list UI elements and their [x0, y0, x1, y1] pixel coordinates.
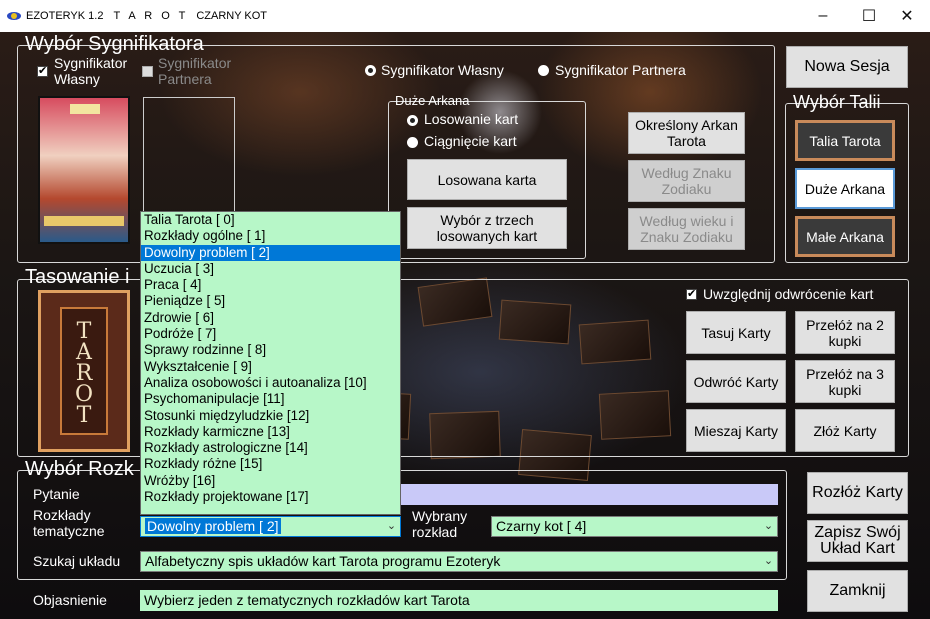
- dropdown-option[interactable]: Rozkłady astrologiczne [14]: [141, 440, 400, 456]
- dropdown-option[interactable]: Zdrowie [ 6]: [141, 310, 400, 326]
- three-cards-button[interactable]: Wybór z trzech losowanych kart: [407, 207, 567, 249]
- dropdown-option[interactable]: Rozkłady projektowane [17]: [141, 489, 400, 505]
- major-arcana-deck-button[interactable]: Duże Arkana: [795, 168, 895, 209]
- search-layout-label: Szukaj układu: [33, 553, 121, 569]
- radio-random-cards-label: Losowanie kart: [424, 111, 519, 127]
- major-arcana-group-title: Duże Arkana: [395, 93, 470, 108]
- cut-three-button[interactable]: Przełóż na 3 kupki: [795, 360, 895, 403]
- radio-own-signifikator-label: Sygnifikator Własny: [381, 62, 504, 78]
- thematic-layouts-dropdown-list[interactable]: Talia Tarota [ 0] Rozkłady ogólne [ 1] Dow…: [140, 211, 401, 515]
- reversal-checkbox[interactable]: [686, 287, 697, 300]
- chosen-layout-label: Wybrany rozkład: [412, 508, 468, 540]
- own-signifikator-checkbox[interactable]: [37, 64, 48, 77]
- card-bottom-banner: [44, 216, 124, 226]
- own-signifikator-label: Sygnifikator Własny: [54, 55, 128, 87]
- question-label: Pytanie: [33, 486, 80, 502]
- radio-pull-cards-label: Ciągnięcie kart: [424, 133, 517, 149]
- dropdown-option[interactable]: Talia Tarota [ 0]: [141, 212, 400, 228]
- dropdown-option[interactable]: Rozkłady karmiczne [13]: [141, 424, 400, 440]
- specific-arcana-button[interactable]: Określony Arkan Tarota: [628, 112, 745, 154]
- dropdown-option[interactable]: Analiza osobowości i autoanaliza [10]: [141, 375, 400, 391]
- age-zodiac-button[interactable]: Według wieku i Znaku Zodiaku: [628, 208, 745, 250]
- layout-group-title: Wybór Rozk: [25, 458, 134, 480]
- new-session-button[interactable]: Nowa Sesja: [786, 46, 908, 88]
- radio-partner-signifikator-label: Sygnifikator Partnera: [555, 62, 686, 78]
- thematic-layouts-value: Dowolny problem [ 2]: [145, 518, 281, 534]
- card-top-banner: [70, 104, 100, 114]
- question-input[interactable]: [401, 484, 778, 505]
- dropdown-option[interactable]: Dowolny problem [ 2]: [141, 244, 400, 261]
- search-layout-value: Alfabetyczny spis układów kart Tarota pr…: [145, 553, 501, 569]
- dropdown-option[interactable]: Uczucia [ 3]: [141, 261, 400, 277]
- app-name: EZOTERYK 1.2: [26, 10, 104, 22]
- chevron-down-icon[interactable]: ⌄: [760, 517, 777, 536]
- thematic-layouts-label: Rozkłady tematyczne: [33, 507, 105, 539]
- deck-group-title: Wybór Talii: [793, 92, 881, 112]
- dropdown-option[interactable]: Wróżby [16]: [141, 473, 400, 489]
- dropdown-option[interactable]: Sprawy rodzinne [ 8]: [141, 342, 400, 358]
- lay-out-cards-button[interactable]: Rozłóż Karty: [807, 472, 908, 514]
- own-signifikator-card-image: [38, 96, 130, 244]
- partner-signifikator-card-slot: [143, 97, 235, 227]
- minor-arcana-deck-button[interactable]: Małe Arkana: [795, 216, 895, 257]
- window-subtitle: CZARNY KOT: [196, 10, 268, 22]
- chosen-layout-select[interactable]: Czarny kot [ 4] ⌄: [491, 516, 778, 537]
- card-back-text: TAROT: [60, 307, 108, 435]
- dropdown-option[interactable]: Stosunki międzyludzkie [12]: [141, 408, 400, 424]
- chosen-layout-value: Czarny kot [ 4]: [496, 518, 587, 534]
- drawn-card-button[interactable]: Losowana karta: [407, 159, 567, 200]
- dropdown-option[interactable]: Psychomanipulacje [11]: [141, 391, 400, 407]
- app-logo-icon: [6, 11, 22, 21]
- shuffle-group-title: Tasowanie i: [25, 266, 130, 288]
- chevron-down-icon[interactable]: ⌄: [760, 552, 777, 571]
- radio-partner-signifikator[interactable]: [538, 65, 549, 76]
- reverse-button[interactable]: Odwróć Karty: [686, 360, 786, 403]
- card-back-image: TAROT: [38, 290, 130, 452]
- dropdown-option[interactable]: Praca [ 4]: [141, 277, 400, 293]
- dropdown-option[interactable]: Wykształcenie [ 9]: [141, 359, 400, 375]
- partner-signifikator-checkbox[interactable]: [142, 66, 153, 77]
- shuffle-button[interactable]: Tasuj Karty: [686, 311, 786, 354]
- dropdown-option[interactable]: Rozkłady różne [15]: [141, 456, 400, 472]
- tarot-deck-button[interactable]: Talia Tarota: [795, 120, 895, 161]
- cut-two-button[interactable]: Przełóż na 2 kupki: [795, 311, 895, 354]
- save-layout-button[interactable]: Zapisz Swój Układ Kart: [807, 520, 908, 562]
- dropdown-option[interactable]: Pieniądze [ 5]: [141, 293, 400, 309]
- signifikator-group-title: Wybór Sygnifikatora: [25, 33, 204, 55]
- chevron-down-icon[interactable]: ⌄: [383, 517, 400, 536]
- app-tarot-label: T A R O T: [113, 10, 189, 22]
- zodiac-button[interactable]: Według Znaku Zodiaku: [628, 160, 745, 202]
- gather-button[interactable]: Złóż Karty: [795, 409, 895, 452]
- radio-pull-cards[interactable]: [407, 137, 418, 148]
- partner-signifikator-label: Sygnifikator Partnera: [158, 55, 232, 87]
- close-window-button[interactable]: ✕: [884, 0, 930, 32]
- mix-button[interactable]: Mieszaj Karty: [686, 409, 786, 452]
- close-button[interactable]: Zamknij: [807, 570, 908, 612]
- dropdown-option[interactable]: Rozkłady ogólne [ 1]: [141, 228, 400, 244]
- radio-random-cards[interactable]: [407, 115, 418, 126]
- minimize-button[interactable]: –: [800, 0, 846, 32]
- search-layout-select[interactable]: Alfabetyczny spis układów kart Tarota pr…: [140, 551, 778, 572]
- radio-own-signifikator[interactable]: [365, 65, 376, 76]
- title-bar: EZOTERYK 1.2 T A R O T CZARNY KOT – ☐ ✕: [0, 0, 930, 32]
- dropdown-option[interactable]: Podróże [ 7]: [141, 326, 400, 342]
- thematic-layouts-select[interactable]: Dowolny problem [ 2] ⌄: [140, 516, 401, 537]
- explanation-field: Wybierz jeden z tematycznych rozkładów k…: [140, 590, 778, 611]
- reversal-label: Uwzględnij odwrócenie kart: [703, 286, 874, 302]
- explanation-label: Objasnienie: [33, 592, 107, 608]
